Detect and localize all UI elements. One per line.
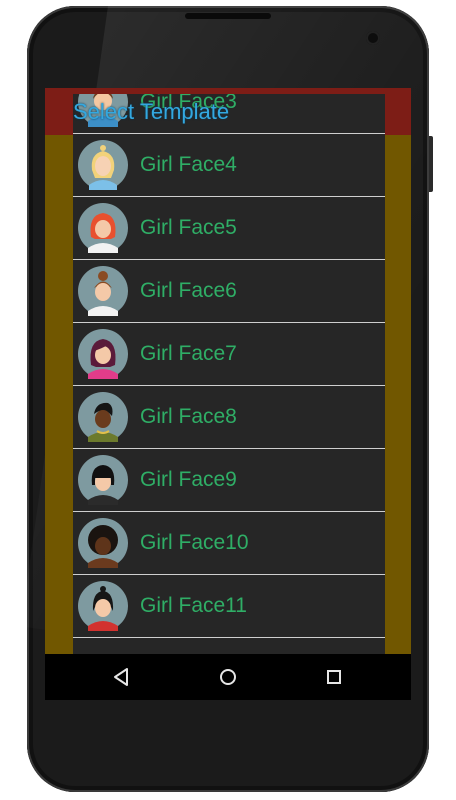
girl-face-4-icon	[78, 140, 128, 190]
list-item-label: Girl Face8	[140, 405, 237, 428]
list-item[interactable]: Girl Face11	[73, 575, 385, 638]
app-background-left	[45, 135, 73, 658]
girl-face-8-icon	[78, 392, 128, 442]
power-button	[429, 136, 433, 192]
device-screen: Girl Face3 Girl Face4 Girl Face5 Girl Fa…	[45, 88, 411, 700]
list-item-label: Girl Face4	[140, 153, 237, 176]
template-list[interactable]: Girl Face3 Girl Face4 Girl Face5 Girl Fa…	[73, 94, 385, 638]
app-background-right	[385, 135, 411, 658]
girl-face-10-icon	[78, 518, 128, 568]
girl-face-6-icon	[78, 266, 128, 316]
list-item[interactable]: Girl Face5	[73, 197, 385, 260]
list-item[interactable]: Girl Face6	[73, 260, 385, 323]
girl-face-7-icon	[78, 329, 128, 379]
girl-face-9-icon	[78, 455, 128, 505]
list-item-label: Girl Face9	[140, 468, 237, 491]
list-item[interactable]: Girl Face8	[73, 386, 385, 449]
list-item[interactable]: Girl Face7	[73, 323, 385, 386]
list-item-label: Girl Face10	[140, 531, 249, 554]
list-item[interactable]: Girl Face9	[73, 449, 385, 512]
girl-face-5-icon	[78, 203, 128, 253]
template-picker-dialog: Girl Face3 Girl Face4 Girl Face5 Girl Fa…	[73, 94, 385, 658]
recents-icon[interactable]	[319, 662, 349, 692]
list-item-label: Girl Face7	[140, 342, 237, 365]
earpiece-speaker	[185, 13, 271, 19]
list-item-label: Girl Face5	[140, 216, 237, 239]
home-icon[interactable]	[213, 662, 243, 692]
system-navigation-bar	[45, 654, 411, 700]
list-item[interactable]: Girl Face10	[73, 512, 385, 575]
list-item-label: Girl Face11	[140, 594, 247, 617]
list-item[interactable]: Girl Face4	[73, 134, 385, 197]
girl-face-11-icon	[78, 581, 128, 631]
back-icon[interactable]	[106, 662, 136, 692]
front-camera	[366, 31, 380, 45]
list-item-label: Girl Face6	[140, 279, 237, 302]
dialog-title: Select Template	[73, 99, 230, 124]
